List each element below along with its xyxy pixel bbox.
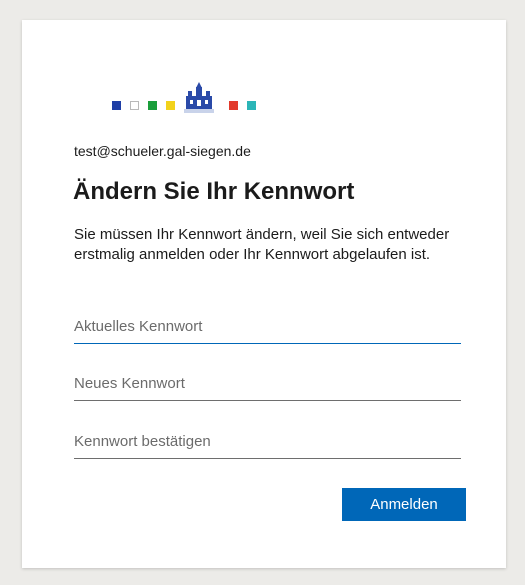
current-password-input[interactable] [74, 310, 461, 344]
new-password-input[interactable] [74, 367, 461, 401]
page-description: Sie müssen Ihr Kennwort ändern, weil Sie… [74, 226, 450, 263]
logo-square-red [229, 101, 238, 110]
sign-in-button[interactable]: Anmelden [342, 488, 466, 521]
school-crest-icon [184, 82, 214, 113]
logo-square-white [130, 101, 139, 110]
logo-square-cyan [247, 101, 256, 110]
confirm-password-input[interactable] [74, 425, 461, 459]
account-email: test@schueler.gal-siegen.de [74, 143, 251, 159]
school-logo [90, 82, 280, 116]
logo-square-green [148, 101, 157, 110]
logo-square-yellow [166, 101, 175, 110]
sign-in-card: test@schueler.gal-siegen.de Ändern Sie I… [22, 20, 506, 568]
logo-square-blue [112, 101, 121, 110]
page-title: Ändern Sie Ihr Kennwort [73, 178, 355, 205]
